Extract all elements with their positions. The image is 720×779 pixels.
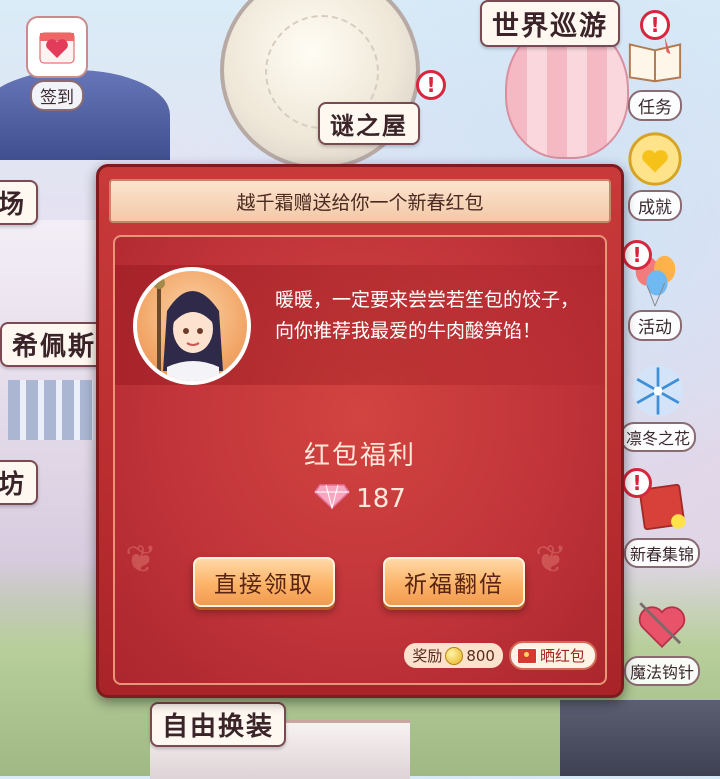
dialog-title: 越千霜赠送给你一个新春红包 — [236, 191, 484, 214]
bonus-label: 奖励 — [412, 647, 443, 665]
claim-directly-button[interactable]: 直接领取 — [193, 557, 335, 607]
diamond-icon — [314, 483, 351, 516]
left-scene-tag-middle[interactable]: 希佩斯 — [0, 322, 109, 367]
yarn-heart-icon — [633, 596, 691, 654]
activity-label: 活动 — [628, 310, 682, 341]
world-tour-tag[interactable]: 世界巡游 — [480, 0, 620, 47]
bonus-value: 800 — [466, 646, 495, 665]
snowflake-icon — [629, 362, 687, 420]
achievement-button[interactable]: 成就 — [626, 130, 684, 221]
character-avatar — [133, 267, 251, 385]
heart-medal-icon — [626, 130, 684, 188]
red-envelope-dialog: 越千霜赠送给你一个新春红包 ❦ ❦ 暖暖，一定要来尝尝若笙包的饺子，向你推荐我最… — [96, 164, 624, 698]
magic-crochet-button[interactable]: 魔法钩针 — [624, 596, 701, 686]
coin-icon — [445, 646, 464, 665]
tasks-button[interactable]: 任务 — [626, 30, 684, 121]
book-icon — [626, 30, 684, 88]
claim-directly-label: 直接领取 — [214, 572, 314, 598]
share-envelope-label: 晒红包 — [539, 647, 585, 665]
blessing-double-button[interactable]: 祈福翻倍 — [383, 557, 525, 607]
share-envelope-button[interactable]: 晒红包 — [508, 641, 597, 670]
magic-crochet-label: 魔法钩针 — [624, 656, 701, 686]
achievement-label: 成就 — [628, 190, 682, 221]
checkin-label: 签到 — [30, 80, 84, 111]
activity-alert-icon: ! — [622, 240, 652, 270]
dialog-footer: 奖励 800 晒红包 — [404, 641, 597, 670]
spring-collection-alert-icon: ! — [622, 468, 652, 498]
decorative-scroll-icon: ❦ — [535, 537, 567, 581]
left-scene-tag-top[interactable]: 场 — [0, 180, 39, 225]
reward-amount-row: 187 — [115, 483, 605, 516]
free-dressup-tag[interactable]: 自由换装 — [150, 702, 287, 747]
blessing-double-label: 祈福翻倍 — [404, 572, 504, 598]
mystery-house-tag[interactable]: 谜之屋 — [318, 102, 420, 145]
left-scene-tag-bottom[interactable]: 坊 — [0, 460, 39, 505]
background-right-roof — [560, 700, 720, 776]
dialog-message: 暖暖，一定要来尝尝若笙包的饺子，向你推荐我最爱的牛肉酸笋馅！ — [275, 289, 580, 342]
winter-flower-label: 凛冬之花 — [620, 422, 697, 452]
winter-flower-button[interactable]: 凛冬之花 — [620, 362, 697, 452]
checkin-button[interactable]: 签到 — [26, 16, 88, 111]
tasks-label: 任务 — [628, 90, 682, 121]
decorative-scroll-icon: ❦ — [125, 537, 157, 581]
red-envelope-icon — [516, 647, 537, 664]
spring-collection-label: 新春集锦 — [624, 538, 701, 568]
dialog-body: ❦ ❦ 暖暖，一定要来尝尝若笙包的饺子，向你推荐我最爱的牛肉酸笋馅！ 红包福利 … — [113, 235, 607, 685]
reward-amount: 187 — [356, 484, 406, 514]
mystery-house-alert-icon: ! — [416, 70, 446, 100]
dialog-header: 越千霜赠送给你一个新春红包 — [109, 179, 611, 223]
heart-calendar-icon — [26, 16, 88, 78]
bonus-badge: 奖励 800 — [404, 643, 503, 668]
reward-title: 红包福利 — [303, 441, 416, 471]
